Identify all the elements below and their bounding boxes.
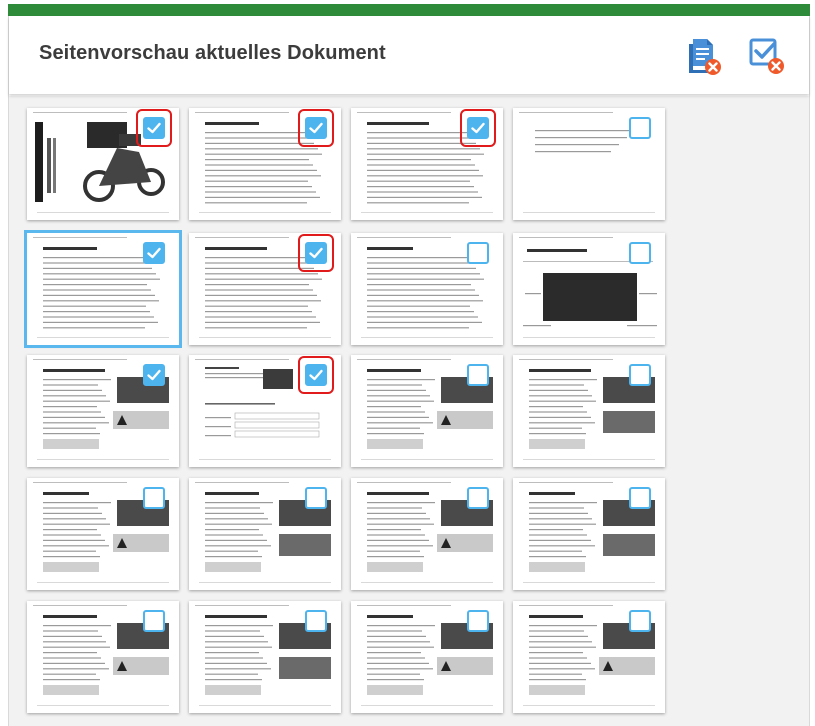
page-select-checkbox[interactable] bbox=[629, 117, 651, 139]
checkmark-icon bbox=[309, 369, 323, 381]
page-select-checkbox[interactable] bbox=[143, 610, 165, 632]
page-select-checkbox[interactable] bbox=[305, 364, 327, 386]
page-select-checkbox[interactable] bbox=[305, 487, 327, 509]
delete-pages-button[interactable] bbox=[685, 36, 725, 76]
page-select-checkbox[interactable] bbox=[629, 364, 651, 386]
top-accent-bar bbox=[0, 0, 815, 16]
page-select-checkbox[interactable] bbox=[305, 117, 327, 139]
page-select-checkbox[interactable] bbox=[143, 487, 165, 509]
checkmark-icon bbox=[147, 122, 161, 134]
deselect-all-button[interactable] bbox=[747, 36, 787, 76]
page-select-checkbox[interactable] bbox=[467, 364, 489, 386]
page-select-checkbox[interactable] bbox=[467, 117, 489, 139]
panel-header: Seitenvorschau aktuelles Dokument bbox=[9, 16, 809, 94]
page-select-checkbox[interactable] bbox=[305, 242, 327, 264]
checkmark-icon bbox=[471, 122, 485, 134]
page-select-checkbox[interactable] bbox=[467, 242, 489, 264]
page-select-checkbox[interactable] bbox=[143, 242, 165, 264]
green-strip bbox=[8, 4, 810, 16]
page-title: Seitenvorschau aktuelles Dokument bbox=[39, 42, 386, 64]
page-select-checkbox[interactable] bbox=[467, 487, 489, 509]
checkmark-icon bbox=[309, 247, 323, 259]
checkmark-icon bbox=[309, 122, 323, 134]
page-select-checkbox[interactable] bbox=[305, 610, 327, 632]
page-select-checkbox[interactable] bbox=[629, 242, 651, 264]
checkmark-icon bbox=[147, 369, 161, 381]
page-select-checkbox[interactable] bbox=[629, 610, 651, 632]
page-select-checkbox[interactable] bbox=[629, 487, 651, 509]
page-select-checkbox[interactable] bbox=[467, 610, 489, 632]
page-select-checkbox[interactable] bbox=[143, 117, 165, 139]
checkmark-icon bbox=[147, 247, 161, 259]
deselect-all-icon bbox=[749, 38, 784, 74]
delete-pages-icon bbox=[689, 39, 721, 75]
page-select-checkbox[interactable] bbox=[143, 364, 165, 386]
